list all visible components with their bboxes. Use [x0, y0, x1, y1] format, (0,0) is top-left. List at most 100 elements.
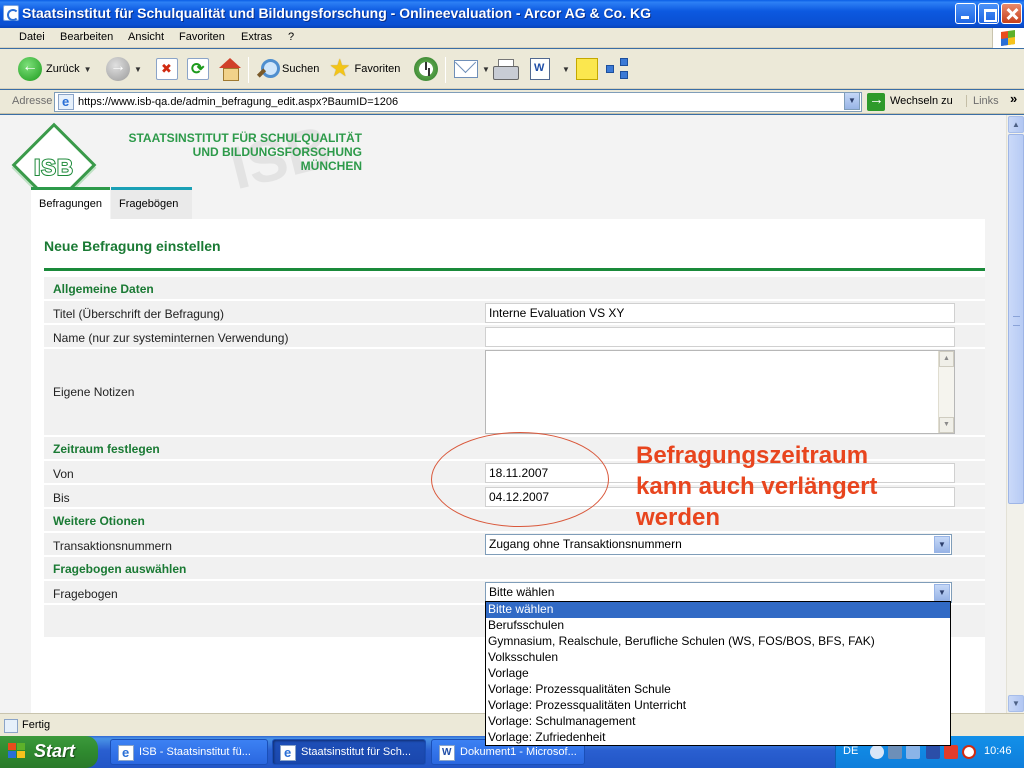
refresh-button[interactable]	[187, 55, 209, 83]
form-row-name: Name (nur zur systeminternen Verwendung)	[44, 325, 985, 349]
menu-view[interactable]: Ansicht	[128, 31, 164, 43]
go-button[interactable]: Wechseln zu	[890, 95, 953, 107]
stop-button[interactable]	[156, 55, 178, 83]
tab-befragungen[interactable]: Befragungen	[31, 187, 110, 219]
printer-icon	[492, 59, 519, 80]
alert-icon[interactable]	[962, 745, 976, 759]
menu-tools[interactable]: Extras	[241, 31, 272, 43]
window-title: Staatsinstitut für Schulqualität und Bil…	[22, 5, 651, 21]
dropdown-option[interactable]: Volksschulen	[486, 650, 950, 666]
page-title: Neue Befragung einstellen	[44, 238, 221, 254]
back-button[interactable]: Zurück ▼	[18, 55, 92, 83]
tab-frageboegen[interactable]: Fragebögen	[111, 187, 192, 219]
security-icon[interactable]	[926, 745, 940, 759]
maximize-button[interactable]	[978, 3, 999, 24]
taskbar-item-isb[interactable]: ISB - Staatsinstitut fü...	[110, 739, 268, 765]
status-text: Fertig	[22, 719, 51, 731]
dropdown-option[interactable]: Vorlage: Schulmanagement	[486, 714, 950, 730]
scroll-up-icon[interactable]: ▲	[939, 351, 954, 367]
note-button[interactable]	[576, 55, 598, 83]
address-input[interactable]: https://www.isb-qa.de/admin_befragung_ed…	[54, 92, 862, 112]
taskbar-item-label: Dokument1 - Microsof...	[460, 746, 577, 758]
close-button[interactable]	[1001, 3, 1022, 24]
history-button[interactable]	[414, 55, 438, 83]
page-scrollbar[interactable]: ▲ ▼	[1006, 115, 1024, 713]
chevron-down-icon[interactable]	[934, 536, 950, 553]
notes-scrollbar[interactable]: ▲ ▼	[938, 351, 954, 433]
window-title-bar[interactable]: Staatsinstitut für Schulqualität und Bil…	[0, 0, 1024, 28]
search-button[interactable]: Suchen	[255, 55, 319, 83]
scrollbar-thumb[interactable]	[1008, 134, 1024, 504]
address-url[interactable]: https://www.isb-qa.de/admin_befragung_ed…	[78, 96, 398, 108]
toolbar-separator	[445, 57, 446, 83]
scroll-down-icon[interactable]: ▼	[1008, 695, 1024, 712]
dropdown-option[interactable]: Bitte wählen	[486, 602, 950, 618]
taskbar-item-staatsinstitut[interactable]: Staatsinstitut für Sch...	[272, 739, 426, 765]
dropdown-option[interactable]: Berufsschulen	[486, 618, 950, 634]
section-general: Allgemeine Daten	[44, 277, 985, 301]
highlight-oval	[431, 432, 609, 527]
dropdown-option[interactable]: Vorlage: Prozessqualitäten Schule	[486, 682, 950, 698]
dropdown-option[interactable]: Vorlage	[486, 666, 950, 682]
menu-file[interactable]: Datei	[19, 31, 45, 43]
section-questionnaire: Fragebogen auswählen	[44, 557, 985, 581]
edit-button[interactable]: ▼	[530, 55, 570, 83]
tan-select[interactable]: Zugang ohne Transaktionsnummern	[485, 534, 952, 555]
monitor-icon[interactable]	[906, 745, 920, 759]
messenger-button[interactable]	[606, 55, 630, 83]
title-input[interactable]: Interne Evaluation VS XY	[485, 303, 955, 323]
dropdown-option[interactable]: Vorlage: Zufriedenheit	[486, 730, 950, 746]
questionnaire-select[interactable]: Bitte wählen	[485, 582, 952, 603]
print-button[interactable]	[492, 55, 519, 83]
minimize-button[interactable]	[955, 3, 976, 24]
antivirus-icon[interactable]	[944, 745, 958, 759]
address-label: Adresse	[12, 95, 53, 107]
chevron-right-icon[interactable]: »	[1010, 91, 1017, 106]
menu-favorites[interactable]: Favoriten	[179, 31, 225, 43]
institute-name: STAATSINSTITUT FÜR SCHULQUALITÄT UND BIL…	[128, 131, 362, 173]
word-icon	[530, 58, 550, 80]
scroll-up-icon[interactable]: ▲	[1008, 116, 1024, 133]
home-button[interactable]	[218, 55, 242, 83]
favorites-button[interactable]: ★ Favoriten	[329, 55, 400, 83]
back-label: Zurück	[46, 63, 80, 75]
links-button[interactable]: Links	[966, 95, 999, 107]
mail-button[interactable]: ▼	[454, 55, 490, 83]
language-indicator[interactable]: DE	[843, 745, 858, 757]
form-row-tan: Transaktionsnummern Zugang ohne Transakt…	[44, 533, 985, 557]
title-label: Titel (Überschrift der Befragung)	[53, 307, 224, 321]
go-arrow-icon[interactable]	[867, 91, 885, 111]
internet-explorer-icon[interactable]	[3, 5, 19, 21]
search-icon	[255, 58, 280, 80]
menu-help[interactable]: ?	[288, 31, 294, 43]
annotation-line: kann auch verlängert	[636, 473, 878, 500]
chevron-down-icon[interactable]	[934, 584, 950, 601]
annotation-line: Befragungszeitraum	[636, 442, 869, 469]
annotation-line: werden	[636, 504, 721, 531]
toolbar-separator	[248, 57, 249, 83]
chevron-down-icon[interactable]: ▼	[562, 65, 570, 74]
windows-logo-icon	[8, 743, 28, 761]
network-icon[interactable]	[888, 745, 902, 759]
chevron-down-icon[interactable]: ▼	[84, 65, 92, 74]
chevron-down-icon[interactable]: ▼	[482, 65, 490, 74]
dropdown-option[interactable]: Gymnasium, Realschule, Berufliche Schule…	[486, 634, 950, 650]
taskbar-item-label: Staatsinstitut für Sch...	[301, 746, 412, 758]
chevron-down-icon[interactable]: ▼	[134, 65, 142, 74]
scroll-down-icon[interactable]: ▼	[939, 417, 954, 433]
taskbar-item-label: ISB - Staatsinstitut fü...	[139, 746, 251, 758]
refresh-icon	[187, 58, 209, 80]
notes-label: Eigene Notizen	[53, 385, 135, 399]
questionnaire-dropdown-list[interactable]: Bitte wählen Berufsschulen Gymnasium, Re…	[485, 601, 951, 746]
institute-line: UND BILDUNGSFORSCHUNG	[192, 145, 362, 159]
name-input[interactable]	[485, 327, 955, 347]
notes-textarea[interactable]: ▲ ▼	[485, 350, 955, 434]
history-icon	[414, 57, 438, 81]
address-dropdown-button[interactable]	[844, 92, 860, 110]
search-label: Suchen	[282, 63, 320, 75]
menu-edit[interactable]: Bearbeiten	[60, 31, 113, 43]
forward-button[interactable]: ▼	[106, 55, 142, 83]
back-tray-icon[interactable]	[870, 745, 884, 759]
dropdown-option[interactable]: Vorlage: Prozessqualitäten Unterricht	[486, 698, 950, 714]
start-button[interactable]: Start	[0, 736, 98, 768]
